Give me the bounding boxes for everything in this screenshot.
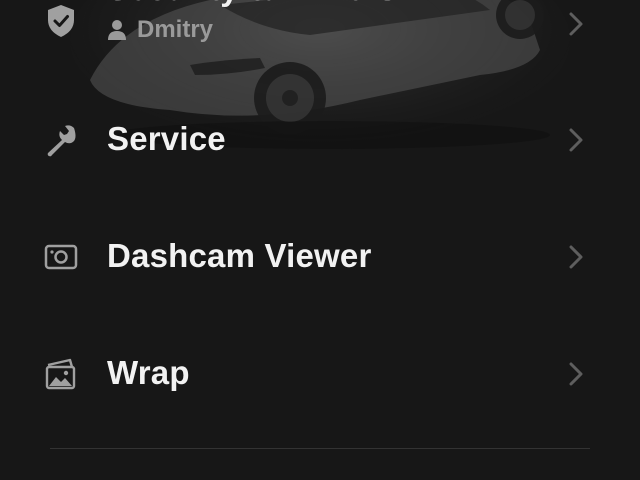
- chevron-right-icon: [569, 12, 583, 36]
- driver-name: Dmitry: [137, 16, 214, 43]
- person-icon: [108, 20, 126, 40]
- menu-item-wrap[interactable]: Wrap: [0, 334, 640, 414]
- menu-item-service[interactable]: Service: [0, 100, 640, 180]
- wrench-icon: [44, 123, 78, 157]
- driver-profile: Dmitry: [107, 16, 213, 44]
- menu-item-label: Security & Drivers: [107, 0, 397, 8]
- camera-icon: [44, 240, 78, 274]
- menu-item-label: Service: [107, 120, 226, 157]
- menu-item-label: Wrap: [107, 354, 190, 391]
- section-divider: [50, 448, 590, 449]
- menu-item-dashcam-viewer[interactable]: Dashcam Viewer: [0, 217, 640, 297]
- chevron-right-icon: [569, 128, 583, 152]
- shield-check-icon: [44, 4, 78, 38]
- menu-item-security-drivers[interactable]: Security & Drivers Dmitry: [0, 0, 640, 58]
- chevron-right-icon: [569, 362, 583, 386]
- image-gallery-icon: [44, 357, 78, 391]
- chevron-right-icon: [569, 245, 583, 269]
- settings-screen: Security & Drivers Dmitry Service: [0, 0, 640, 480]
- menu-item-label: Dashcam Viewer: [107, 237, 372, 274]
